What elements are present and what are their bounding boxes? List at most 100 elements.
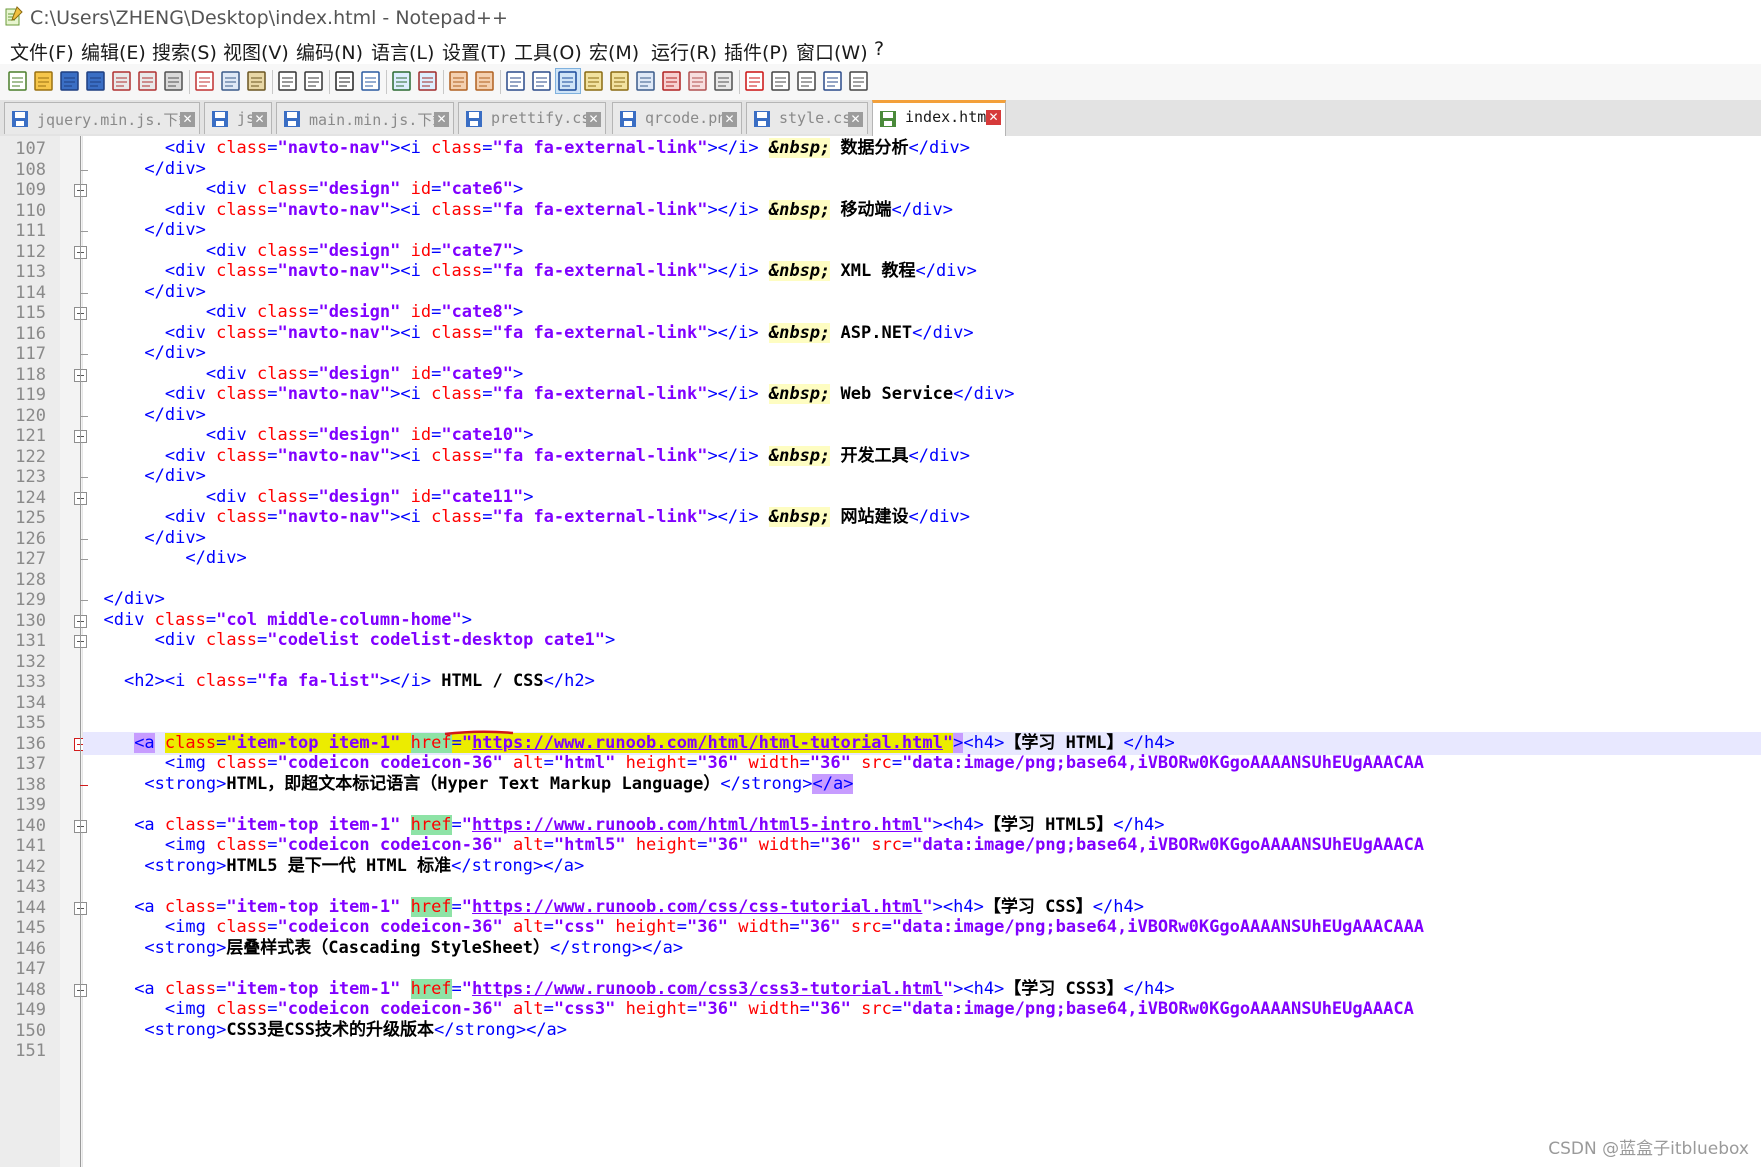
tab-style-css[interactable]: style.css ✕ [746, 102, 868, 134]
line-number: 124 [15, 487, 46, 508]
word-wrap-icon[interactable] [504, 69, 528, 93]
menu-item-8[interactable]: 宏(M) [589, 38, 639, 65]
tab-close-icon[interactable]: ✕ [986, 110, 1001, 125]
csdn-watermark: CSDN @蓝盒子itbluebox [1548, 1139, 1749, 1159]
code-line[interactable]: <strong>层叠样式表（Cascading StyleSheet）</str… [83, 937, 683, 960]
folder-as-workspace-icon[interactable] [660, 69, 684, 93]
code-line[interactable]: <strong>CSS3是CSS技术的升级版本</strong></a> [83, 1019, 567, 1042]
redo-icon[interactable] [302, 69, 326, 93]
code-line[interactable]: <div class="navto-nav"><i class="fa fa-e… [83, 322, 974, 345]
code-line[interactable]: <strong>HTML5 是下一代 HTML 标准</strong></a> [83, 855, 584, 878]
tab-js[interactable]: js ✕ [204, 102, 272, 134]
menu-item-12[interactable]: ? [874, 38, 884, 60]
code-editor[interactable]: 107 108 109 110 111 112 113 114 115 116 117 118 119 1… [0, 136, 1761, 1167]
toolbar-separator [386, 70, 387, 94]
sync-vertical-icon[interactable] [447, 69, 471, 93]
tab-close-icon[interactable]: ✕ [586, 112, 601, 127]
save-all-icon[interactable] [84, 69, 108, 93]
sync-horizontal-icon[interactable] [473, 69, 497, 93]
replace-icon[interactable] [359, 69, 383, 93]
line-number: 135 [15, 713, 46, 733]
function-list-icon[interactable] [634, 69, 658, 93]
menu-item-3[interactable]: 视图(V) [223, 38, 289, 65]
close-icon[interactable] [110, 69, 134, 93]
record-macro-icon[interactable] [743, 69, 767, 93]
play-macro-icon[interactable] [795, 69, 819, 93]
menu-item-0[interactable]: 文件(F) [10, 38, 74, 65]
menu-item-6[interactable]: 设置(T) [442, 38, 506, 65]
tab-qrcode-png[interactable]: qrcode.png ✕ [612, 102, 742, 134]
run-macro-multiple-icon[interactable] [821, 69, 845, 93]
tab-jquery-min-js[interactable]: jquery.min.js.下载 ✕ [4, 102, 200, 134]
indent-guide-icon[interactable] [555, 68, 581, 94]
code-line[interactable]: <div class="navto-nav"><i class="fa fa-e… [83, 506, 970, 529]
code-line[interactable]: </div> [83, 547, 246, 570]
line-number: 109 [15, 180, 46, 200]
line-number-gutter: 107 108 109 110 111 112 113 114 115 116 117 118 119 1… [0, 136, 60, 1167]
show-all-chars-icon[interactable] [530, 69, 554, 93]
file-save-state-icon [12, 111, 28, 127]
line-number: 119 [15, 385, 46, 405]
menu-item-10[interactable]: 插件(P) [724, 38, 788, 65]
line-number: 138 [15, 774, 46, 795]
code-line[interactable]: <div class="codelist codelist-desktop ca… [83, 629, 616, 652]
menu-item-7[interactable]: 工具(O) [514, 38, 582, 65]
code-line[interactable]: <div class="navto-nav"><i class="fa fa-e… [83, 260, 977, 283]
doc-map-icon[interactable] [608, 69, 632, 93]
open-file-icon[interactable] [32, 69, 56, 93]
tab-index-html[interactable]: index.html ✕ [872, 100, 1006, 136]
code-line[interactable]: <div class="navto-nav"><i class="fa fa-e… [83, 383, 1015, 406]
line-number: 147 [15, 959, 46, 979]
line-number: 115 [15, 303, 46, 323]
notepad-plus-plus-app-icon [5, 6, 23, 26]
paste-icon[interactable] [245, 69, 269, 93]
toolbar-separator [189, 70, 190, 94]
toolbar [0, 64, 1761, 101]
new-file-icon[interactable] [6, 69, 30, 93]
line-number: 112 [15, 241, 46, 262]
udl-icon[interactable] [582, 69, 606, 93]
menu-item-9[interactable]: 运行(R) [651, 38, 717, 65]
code-line[interactable]: <div class="navto-nav"><i class="fa fa-e… [83, 445, 970, 468]
line-number: 113 [15, 262, 46, 282]
tab-main-min-js[interactable]: main.min.js.下载 ✕ [276, 102, 454, 134]
zoom-out-icon[interactable] [416, 69, 440, 93]
menu-item-11[interactable]: 窗口(W) [796, 38, 868, 65]
code-line[interactable]: <strong>HTML，即超文本标记语言（Hyper Text Markup … [83, 773, 854, 796]
print-icon[interactable] [162, 69, 186, 93]
fold-margin[interactable] [60, 136, 88, 1167]
tab-close-icon[interactable]: ✕ [434, 112, 449, 127]
save-icon[interactable] [58, 69, 82, 93]
monitoring-icon[interactable] [712, 69, 736, 93]
line-number: 123 [15, 467, 46, 487]
code-line[interactable]: <div class="navto-nav"><i class="fa fa-e… [83, 199, 953, 222]
line-number: 118 [15, 364, 46, 385]
code-text-area[interactable]: <div class="navto-nav"><i class="fa fa-e… [83, 136, 1761, 1167]
cut-icon[interactable] [193, 69, 217, 93]
tab-prettify-css[interactable]: prettify.css ✕ [458, 102, 606, 134]
menu-item-2[interactable]: 搜索(S) [152, 38, 217, 65]
zoom-in-icon[interactable] [390, 69, 414, 93]
code-line[interactable]: <div class="navto-nav"><i class="fa fa-e… [83, 137, 970, 160]
save-macro-icon[interactable] [847, 69, 871, 93]
find-icon[interactable] [333, 69, 357, 93]
stop-record-icon[interactable] [769, 69, 793, 93]
line-number: 137 [15, 754, 46, 774]
undo-icon[interactable] [276, 69, 300, 93]
doc-switcher-icon[interactable] [686, 69, 710, 93]
tab-close-icon[interactable]: ✕ [722, 112, 737, 127]
tab-close-icon[interactable]: ✕ [252, 112, 267, 127]
line-number: 128 [15, 569, 46, 590]
tab-close-icon[interactable]: ✕ [180, 112, 195, 127]
menu-item-5[interactable]: 语言(L) [371, 38, 434, 65]
code-line[interactable]: <h2><i class="fa fa-list"></i> HTML / CS… [83, 670, 595, 693]
line-number: 145 [15, 918, 46, 938]
copy-icon[interactable] [219, 69, 243, 93]
close-all-icon[interactable] [136, 69, 160, 93]
menu-item-4[interactable]: 编码(N) [296, 38, 363, 65]
tab-bar: jquery.min.js.下载 ✕ js ✕ main.min.js.下载 ✕ prett… [0, 100, 1761, 137]
line-number: 142 [15, 856, 46, 877]
toolbar-separator [329, 70, 330, 94]
menu-item-1[interactable]: 编辑(E) [81, 38, 146, 65]
tab-close-icon[interactable]: ✕ [848, 112, 863, 127]
